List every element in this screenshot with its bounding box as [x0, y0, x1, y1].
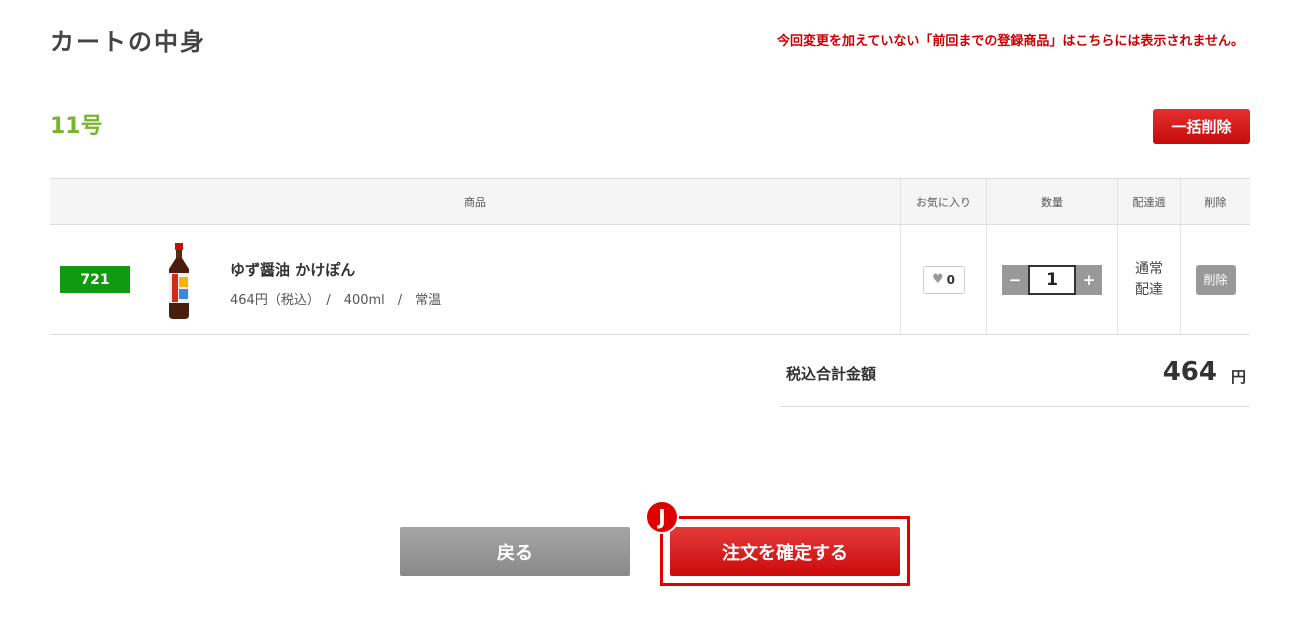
row-delete-button[interactable]: 削除: [1195, 264, 1236, 295]
shipping-week-cell: 通常 配達: [1117, 225, 1180, 334]
confirm-order-button[interactable]: 注文を確定する: [670, 527, 900, 576]
delete-cell: 削除: [1180, 225, 1250, 334]
decrease-button[interactable]: −: [1002, 264, 1028, 295]
shipping-week-text: 通常 配達: [1135, 259, 1163, 301]
product-code-badge: 721: [60, 266, 130, 293]
header-quantity: 数量: [986, 179, 1117, 224]
page-title: カートの中身: [50, 28, 206, 56]
header-delete: 削除: [1180, 179, 1250, 224]
group-title: 11号: [50, 114, 103, 139]
shipping-line-2: 配達: [1135, 281, 1163, 298]
total-value: 464: [1162, 357, 1217, 387]
total-unit: 円: [1230, 368, 1246, 386]
increase-button[interactable]: +: [1076, 264, 1102, 295]
total-label: 税込合計金額: [786, 365, 877, 383]
back-button[interactable]: 戻る: [400, 527, 630, 576]
product-cell: 721 ゆず醤油 かけぽん 464円（税込） / 400ml / 常温: [50, 225, 900, 334]
table-row: 721 ゆず醤油 かけぽん 464円（税込） / 400ml / 常温 ♥ 0 …: [50, 225, 1250, 335]
table-header: 商品 お気に入り 数量 配達週 削除: [50, 179, 1250, 225]
bulk-delete-button[interactable]: 一括削除: [1153, 109, 1250, 144]
cart-table: 商品 お気に入り 数量 配達週 削除 721 ゆず醤油 かけぽん 464円（税込…: [50, 178, 1250, 335]
header-favorite: お気に入り: [900, 179, 986, 224]
favorite-count: 0: [946, 272, 955, 287]
cart-notice: 今回変更を加えていない「前回までの登録商品」はこちらには表示されません。: [777, 34, 1244, 49]
step-marker-badge: J: [645, 500, 679, 534]
quantity-cell: − 1 +: [986, 225, 1117, 334]
quantity-stepper: − 1 +: [1002, 264, 1102, 295]
heart-icon: ♥: [931, 272, 944, 287]
product-image[interactable]: [164, 243, 194, 319]
header-product: 商品: [464, 195, 486, 209]
shipping-line-1: 通常: [1135, 260, 1163, 277]
header-shipping-week: 配達週: [1117, 179, 1180, 224]
total-box: 税込合計金額 464 円: [780, 335, 1250, 407]
product-name[interactable]: ゆず醤油 かけぽん: [230, 259, 355, 280]
product-meta: 464円（税込） / 400ml / 常温: [230, 293, 442, 308]
favorite-cell: ♥ 0: [900, 225, 986, 334]
quantity-input[interactable]: 1: [1028, 264, 1076, 295]
favorite-button[interactable]: ♥ 0: [922, 265, 965, 294]
